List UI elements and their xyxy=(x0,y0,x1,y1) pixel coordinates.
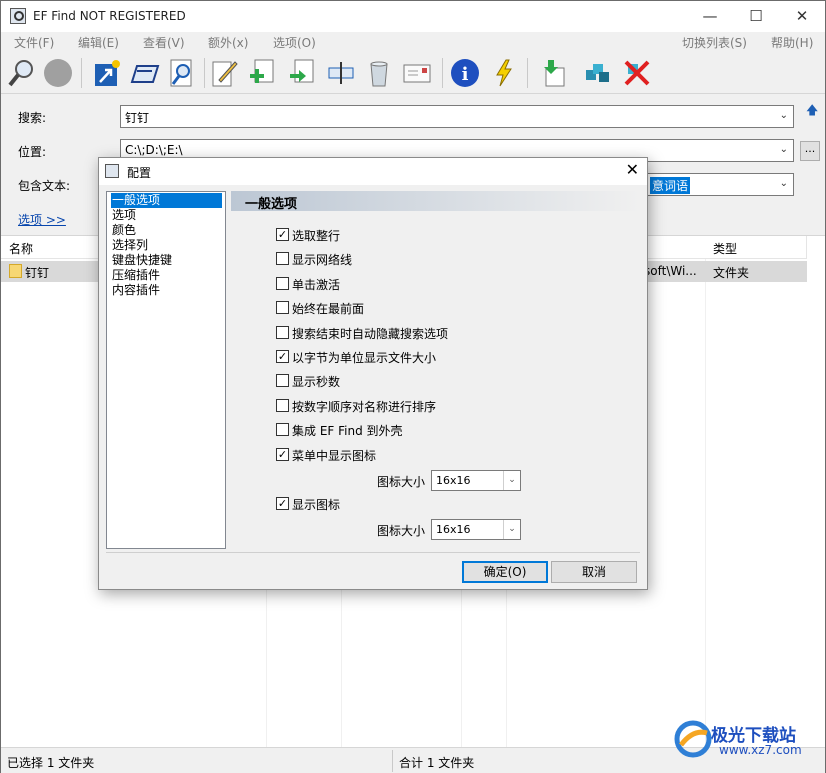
svg-text:i: i xyxy=(462,64,469,85)
chevron-down-icon[interactable]: ⌄ xyxy=(503,471,520,490)
dialog-close-button[interactable]: ✕ xyxy=(626,160,639,179)
menu-options[interactable]: 选项(O) xyxy=(273,34,316,51)
search-label: 搜索: xyxy=(18,111,47,125)
section-header: 一般选项 xyxy=(231,191,641,212)
location-label: 位置: xyxy=(18,145,47,159)
dialog-title: 配置 xyxy=(127,166,152,180)
option-checkbox[interactable]: ✓ xyxy=(276,350,289,363)
option-label: 集成 EF Find 到外壳 xyxy=(292,424,403,439)
option-label: 按数字顺序对名称进行排序 xyxy=(292,399,437,414)
chevron-down-icon[interactable]: ⌄ xyxy=(780,144,788,155)
option-checkbox[interactable] xyxy=(276,325,289,339)
browse-button[interactable]: ... xyxy=(800,141,820,161)
location-value: C:\;D:\;E:\ xyxy=(125,143,183,157)
option-checkbox[interactable] xyxy=(276,301,289,315)
stop-icon[interactable] xyxy=(41,56,75,90)
option-checkbox[interactable]: ✓ xyxy=(276,228,289,241)
option-label: 搜索结束时自动隐藏搜索选项 xyxy=(292,326,449,341)
ok-button[interactable]: 确定(O) xyxy=(462,561,548,583)
extract-icon[interactable] xyxy=(581,56,615,90)
column-header-type[interactable]: 类型 xyxy=(705,236,807,259)
icon-size-select[interactable]: 16x16 ⌄ xyxy=(431,519,521,540)
option-checkbox[interactable] xyxy=(276,276,289,290)
show-icons-checkbox[interactable]: ✓ xyxy=(276,497,289,510)
option-label: 单击激活 xyxy=(292,277,341,292)
watermark-logo: 极光下载站 www.xz7.com xyxy=(673,719,823,759)
menu-view[interactable]: 查看(V) xyxy=(143,34,185,51)
status-selected: 已选择 1 文件夹 xyxy=(7,756,95,770)
email-icon[interactable] xyxy=(400,56,434,90)
title-bar: EF Find NOT REGISTERED — ☐ ✕ xyxy=(1,1,825,32)
copy-to-icon[interactable] xyxy=(245,56,279,90)
options-link[interactable]: 选项 >> xyxy=(18,211,66,228)
option-label: 菜单中显示图标 xyxy=(292,448,377,463)
option-checkbox[interactable]: ✓ xyxy=(276,447,289,461)
search-input[interactable]: 钉钉 ⌄ xyxy=(120,105,794,128)
download-icon[interactable] xyxy=(536,56,570,90)
tree-item-shortcuts[interactable]: 键盘快捷键 xyxy=(112,253,172,268)
row-name: 钉钉 xyxy=(25,266,50,280)
contains-text-label: 包含文本: xyxy=(18,179,71,193)
row-path: soft\Wi... xyxy=(644,264,697,278)
status-total: 合计 1 文件夹 xyxy=(399,756,475,770)
search-icon[interactable] xyxy=(5,56,39,90)
window-title: EF Find NOT REGISTERED xyxy=(33,9,186,23)
dialog-title-bar: 配置 ✕ xyxy=(99,158,647,185)
menu-switch-list[interactable]: 切换列表(S) xyxy=(682,34,747,51)
option-checkbox[interactable] xyxy=(276,252,289,266)
edit-icon[interactable] xyxy=(207,56,241,90)
delete-icon[interactable] xyxy=(620,56,654,90)
tree-item-general[interactable]: 一般选项 xyxy=(111,193,222,208)
toolbar: i xyxy=(1,52,825,94)
menu-help[interactable]: 帮助(H) xyxy=(771,34,813,51)
tree-item-options[interactable]: 选项 xyxy=(112,208,136,223)
menu-bar: 文件(F) 编辑(E) 查看(V) 额外(x) 选项(O) 切换列表(S) 帮助… xyxy=(1,32,825,52)
tree-item-columns[interactable]: 选择列 xyxy=(112,238,148,253)
contains-text-highlight: 意词语 xyxy=(650,177,691,194)
watermark-url: www.xz7.com xyxy=(719,743,802,757)
app-icon xyxy=(10,8,26,24)
icon-size-label: 图标大小 xyxy=(377,524,426,538)
menu-icon-size-select[interactable]: 16x16 ⌄ xyxy=(431,470,521,491)
lightning-icon[interactable] xyxy=(487,56,521,90)
app-icon xyxy=(105,164,119,178)
chevron-down-icon[interactable]: ⌄ xyxy=(780,110,788,121)
option-checkbox[interactable] xyxy=(276,423,289,437)
minimize-button[interactable]: — xyxy=(687,1,733,32)
search-value: 钉钉 xyxy=(125,111,150,125)
open-window-icon[interactable] xyxy=(128,56,162,90)
collapse-arrow-icon[interactable]: 🡅 xyxy=(806,101,818,122)
open-folder-icon[interactable] xyxy=(89,56,123,90)
option-label: 显示秒数 xyxy=(292,375,341,390)
info-icon[interactable]: i xyxy=(448,56,482,90)
option-label: 始终在最前面 xyxy=(292,302,365,317)
recycle-bin-icon[interactable] xyxy=(362,56,396,90)
close-button[interactable]: ✕ xyxy=(779,1,825,32)
tree-item-colors[interactable]: 颜色 xyxy=(112,223,136,238)
row-type: 文件夹 xyxy=(713,266,750,280)
category-tree: 一般选项 选项 颜色 选择列 键盘快捷键 压缩插件 内容插件 xyxy=(106,191,226,549)
menu-edit[interactable]: 编辑(E) xyxy=(78,34,119,51)
option-label: 显示网络线 xyxy=(292,253,353,268)
tree-item-archive-plugins[interactable]: 压缩插件 xyxy=(112,268,160,283)
option-label: 选取整行 xyxy=(292,229,341,243)
maximize-button[interactable]: ☐ xyxy=(733,1,779,32)
config-dialog: 配置 ✕ 一般选项 选项 颜色 选择列 键盘快捷键 压缩插件 内容插件 一般选项… xyxy=(98,157,648,590)
menu-file[interactable]: 文件(F) xyxy=(14,34,54,51)
menu-extra[interactable]: 额外(x) xyxy=(208,34,248,51)
option-label: 以字节为单位显示文件大小 xyxy=(292,351,437,365)
move-to-icon[interactable] xyxy=(285,56,319,90)
option-checkbox[interactable] xyxy=(276,398,289,412)
chevron-down-icon[interactable]: ⌄ xyxy=(503,520,520,539)
chevron-down-icon[interactable]: ⌄ xyxy=(780,178,788,189)
folder-icon xyxy=(9,264,22,278)
cancel-button[interactable]: 取消 xyxy=(551,561,637,583)
tree-item-content-plugins[interactable]: 内容插件 xyxy=(112,283,160,298)
menu-icon-size-label: 图标大小 xyxy=(377,475,426,489)
main-window: EF Find NOT REGISTERED — ☐ ✕ 文件(F) 编辑(E)… xyxy=(0,0,826,773)
search-in-icon[interactable] xyxy=(165,56,199,90)
rename-icon[interactable] xyxy=(324,56,358,90)
option-checkbox[interactable] xyxy=(276,374,289,388)
